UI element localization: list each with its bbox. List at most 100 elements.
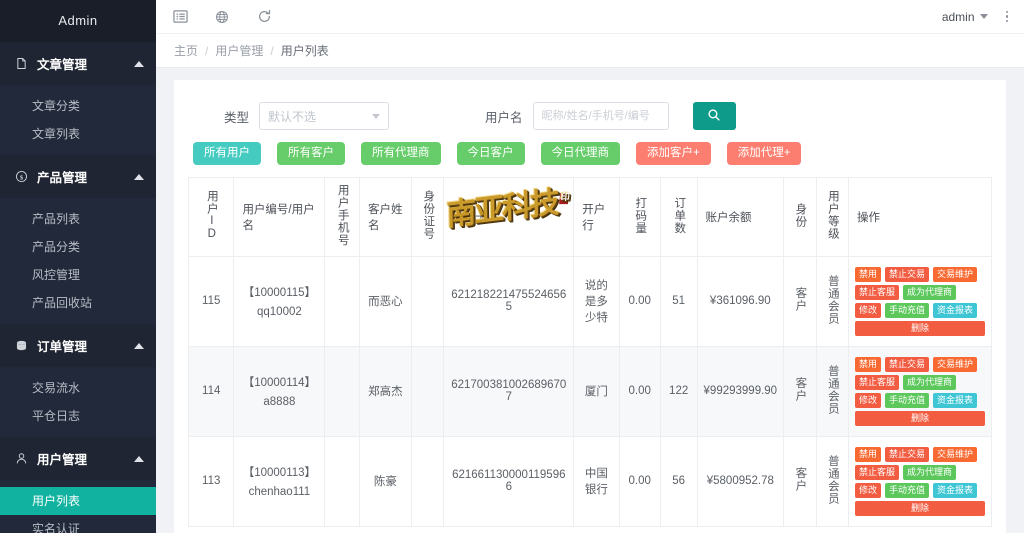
sidebar-item-3-1[interactable]: 实名认证 [0,515,156,533]
action-button-0[interactable]: 禁用 [855,446,882,462]
submenu-spacer [0,198,156,205]
sidebar-item-0-0[interactable]: 文章分类 [0,92,156,120]
action-button-4[interactable]: 成为代理商 [903,464,957,480]
sidebar-item-2-0[interactable]: 交易流水 [0,374,156,402]
action-button-5[interactable]: 修改 [855,302,882,318]
sidebar-item-2-1[interactable]: 平仓日志 [0,402,156,430]
sidebar-item-3-0[interactable]: 用户列表 [0,487,156,515]
table-col-header-8: 订单数 [659,177,698,257]
user-no: 【10000115】 [242,287,317,299]
action-button-6[interactable]: 手动充值 [885,302,930,318]
action-button-4[interactable]: 成为代理商 [903,374,957,390]
chevron-down-icon [979,14,988,19]
topbar-left-icons [170,7,274,27]
cell-bank-branch: 中国银行 [573,435,620,527]
breadcrumb-item-1[interactable]: 用户管理 [215,44,263,58]
sidebar-group-0[interactable]: 文章管理 [0,42,156,85]
table-col-header-12: 操作 [848,177,992,257]
user-table: 用户ID 用户编号/用户名 用户手机号 客户姓名 身份证号 银行卡 开户行 打码量 订单数 账户余… [188,177,992,527]
breadcrumb: 主页 / 用户管理 / 用户列表 [156,34,1024,68]
table-row: 114 【10000114】 a8888 郑高杰 6217003810026896707… [188,345,992,437]
chevron-up-icon [134,173,144,180]
cell-bank-card: 6216611300001195966 [443,435,575,527]
action-button-4[interactable]: 成为代理商 [903,284,957,300]
filter-tab-4[interactable]: 今日代理商 [540,142,620,165]
action-button-2[interactable]: 交易维护 [933,446,978,462]
sidebar: Admin 文章管理 文章分类 文章列表 $ 产品管理 产品列表 产品分类 风控管理 产品回收站… [0,0,156,533]
filter-tab-5[interactable]: 添加客户+ [636,142,711,165]
sidebar-group-1[interactable]: $ 产品管理 [0,155,156,198]
action-button-7[interactable]: 资金报表 [933,302,978,318]
cell-orders: 56 [659,435,698,527]
sidebar-item-1-3[interactable]: 产品回收站 [0,289,156,317]
sidebar-submenu-3: 用户列表实名认证入金列表 [0,480,156,533]
sidebar-item-1-1[interactable]: 产品分类 [0,233,156,261]
action-button-1[interactable]: 禁止交易 [885,446,930,462]
dollar-circle-icon: $ [14,169,29,184]
breadcrumb-item-0[interactable]: 主页 [174,44,198,58]
action-button-3[interactable]: 禁止客服 [855,284,900,300]
action-button-5[interactable]: 修改 [855,392,882,408]
search-icon [707,108,721,125]
sidebar-item-1-0[interactable]: 产品列表 [0,205,156,233]
user-icon [14,451,29,466]
sidebar-item-0-1[interactable]: 文章列表 [0,120,156,148]
sidebar-group-label: 用户管理 [37,453,88,467]
cell-operations: 禁用 禁止交易 交易维护禁止客服 成为代理商修改 手动充值 资金报表删除 [848,345,992,437]
refresh-icon[interactable] [254,7,274,27]
action-button-3[interactable]: 禁止客服 [855,464,900,480]
svg-text:$: $ [20,174,24,181]
cell-user-id: 114 [188,345,235,437]
cell-phone [324,255,360,347]
action-button-7[interactable]: 资金报表 [933,392,978,408]
user-table-wrap: 用户ID 用户编号/用户名 用户手机号 客户姓名 身份证号 银行卡 开户行 打码量 订单数 账户余… [188,177,992,527]
more-vertical-icon[interactable] [1002,9,1013,25]
cell-level: 普通会员 [815,435,850,527]
action-button-1[interactable]: 禁止交易 [885,266,930,282]
filter-tab-3[interactable]: 今日客户 [456,142,525,165]
action-button-7[interactable]: 资金报表 [933,482,978,498]
chevron-up-icon [134,342,144,349]
action-button-8[interactable]: 删除 [855,410,985,426]
chevron-up-icon [134,60,144,67]
action-button-0[interactable]: 禁用 [855,356,882,372]
user-no: 【10000113】 [242,467,317,479]
document-icon [14,56,29,71]
action-button-8[interactable]: 删除 [855,500,985,516]
action-button-0[interactable]: 禁用 [855,266,882,282]
user-menu[interactable]: admin [942,10,988,24]
action-button-6[interactable]: 手动充值 [885,392,930,408]
action-button-6[interactable]: 手动充值 [885,482,930,498]
action-button-2[interactable]: 交易维护 [933,266,978,282]
submenu-spacer [0,480,156,487]
sidebar-group-3[interactable]: 用户管理 [0,437,156,480]
type-select[interactable]: 默认不选 [259,102,390,130]
action-button-1[interactable]: 禁止交易 [885,356,930,372]
filter-tab-1[interactable]: 所有客户 [277,142,345,165]
cell-level: 普通会员 [815,255,850,347]
list-menu-icon[interactable] [170,7,190,27]
sidebar-submenu-0: 文章分类 文章列表 [0,85,156,155]
user-list-card: 类型 默认不选 用户名 昵称/姓名/手机号/编号 所有用户 所有客户 所有代理商… [174,80,1006,533]
table-col-header-0: 用户ID [188,177,235,257]
username-input[interactable] [532,102,669,130]
user-name: chenhao111 [248,486,311,498]
action-button-5[interactable]: 修改 [855,482,882,498]
sidebar-group-2[interactable]: 订单管理 [0,324,156,367]
action-button-3[interactable]: 禁止客服 [855,374,900,390]
cell-id-card [410,345,445,437]
globe-icon[interactable] [212,7,232,27]
filter-tab-2[interactable]: 所有代理商 [361,142,441,165]
table-col-header-5: 银行卡 [443,177,575,257]
sidebar-menu: 文章管理 文章分类 文章列表 $ 产品管理 产品列表 产品分类 风控管理 产品回收站 订单管理 交易… [0,42,156,533]
action-button-8[interactable]: 删除 [855,320,985,336]
search-button[interactable] [692,102,736,130]
sidebar-item-1-2[interactable]: 风控管理 [0,261,156,289]
cell-bank-branch: 说的是多少特 [573,255,620,347]
top-bar: admin [156,0,1024,34]
filter-tab-6[interactable]: 添加代理+ [726,142,802,165]
filter-tab-0[interactable]: 所有用户 [193,142,261,165]
breadcrumb-item-2[interactable]: 用户列表 [281,44,329,58]
action-button-2[interactable]: 交易维护 [933,356,978,372]
col-header-text: 身份 [794,202,807,228]
